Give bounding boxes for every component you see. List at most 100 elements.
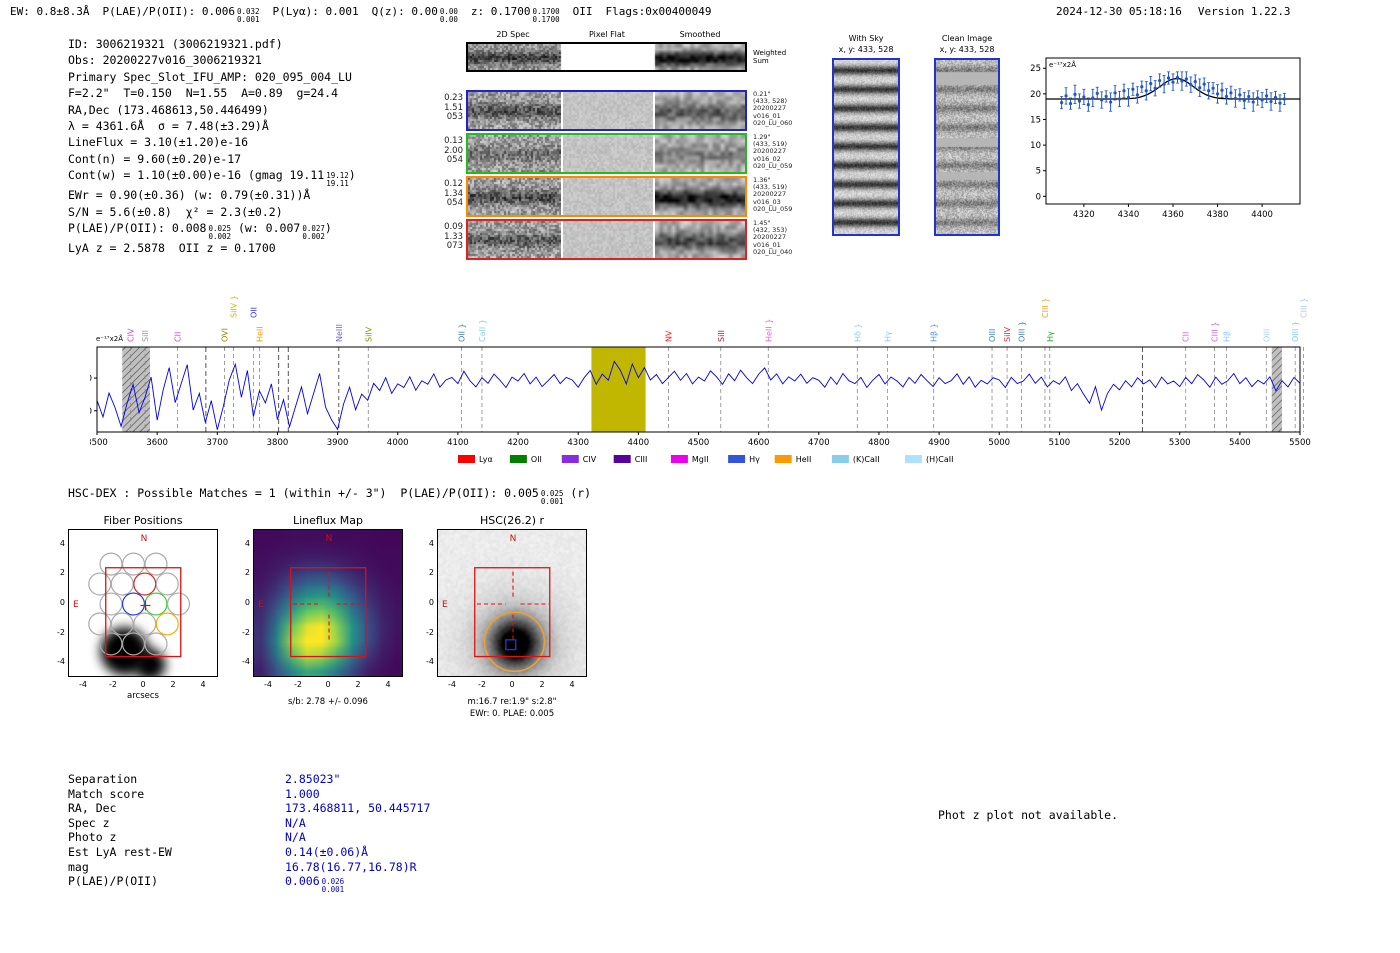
fiber-positions-panel: Fiber Positions NE arcsecs -4 -4 -2 -2 0 0 2 2 4… [40,513,250,728]
y-tick-label: 0 [428,598,434,607]
emission-line-label: CII [174,332,183,342]
clean-image [934,58,1000,236]
emission-line-label: OIII } [1018,321,1027,342]
lineflux-map-panel: Lineflux Map NE s/b: 2.78 +/- 0.096 -4 -4… [225,513,435,728]
uncertainty-stack: 0.00 0.00 [439,7,458,24]
withsky-title: With Sky [848,34,884,43]
text-run: ID: 3006219321 (3006219321.pdf) [68,37,283,51]
cutout-col-header: Pixel Flat [589,30,625,39]
x-tick-label: 0 [509,680,515,689]
cutout-right-labels: 1.45" (432, 353) 20200227 v016_01 020_LU_040 [753,219,793,256]
emission-line-label: OVI [221,328,230,342]
text-run: ) [348,168,356,183]
match-table-row: Est LyA rest-EW 0.14(±0.06)Å [68,845,430,860]
match-row-value: N/A [285,816,306,831]
text-run: F=2.2" T=0.150 N=1.55 A=0.89 g=24.4 [68,86,339,101]
svg-text:4320: 4320 [1073,210,1095,218]
uncertainty-stack: 19.12 19.11 [326,171,349,188]
fiber-circle [133,572,157,596]
hsc-caption-2: EWr: 0. PLAE: 0.005 [469,709,555,719]
x-tick-label: 4 [385,680,391,689]
legend-swatch [905,455,922,463]
photz-note: Phot z plot not available. [938,808,1119,822]
hsc-image-panel: HSC(26.2) r NE m:16.7 re:1.9" s:2.8" EWr… [409,513,619,728]
text-run: 0.14(±0.06)Å [285,844,369,859]
svg-text:3600: 3600 [146,438,168,448]
match-table-row: RA, Dec 173.468811, 50.445717 [68,801,430,816]
svg-text:4000: 4000 [387,438,409,448]
fiber-circle [133,612,157,636]
line-fit-plot: 0 5 10 15 20 25 4320 4340 4360 4380 4400 e⁻¹⁷x2Å [1030,57,1301,218]
cutout-col-header: 2D Spec [496,30,530,39]
info-line: Obs: 20200227v016_3006219321 [68,52,356,68]
emission-line-label: SiIV } [230,295,239,318]
text-run: S/N = 5.6(±0.8) χ² = 2.3(±0.2) [68,204,283,219]
match-row-label: Photo z [68,830,117,845]
detected-line-band [591,347,646,432]
report-version: Version 1.22.3 [1197,5,1291,18]
svg-text:4200: 4200 [507,438,529,448]
y-tick-label: 0 [244,598,250,607]
fiber-circle [88,572,112,596]
text-run: OII [572,5,593,18]
x-tick-label: 4 [200,680,206,689]
svg-text:e⁻¹⁷x2Å: e⁻¹⁷x2Å [96,334,123,343]
match-row-label: Separation [68,772,138,786]
fiber-positions-plot: NE [68,529,218,677]
catalog-match-summary: HSC-DEX : Possible Matches = 1 (within +… [68,486,591,505]
svg-text:20: 20 [90,374,92,384]
emission-line-label: CIV [127,328,136,342]
svg-text:4900: 4900 [928,438,950,448]
compass-e: E [258,600,264,610]
x-tick-label: 2 [355,680,361,689]
text-run: 1.000 [285,786,320,801]
legend-swatch [831,455,849,463]
compass-n: N [141,534,148,544]
svg-text:3900: 3900 [327,438,349,448]
fiber-circle [166,592,191,616]
legend-label: (H)CaII [926,455,953,464]
match-row-value: 2.85023" [285,772,340,787]
match-row-label: Match score [68,786,145,801]
text-run: Cont(w) = 1.10(±0.00)e-16 (gmag 19.11 19.… [68,168,349,188]
svg-text:4360: 4360 [1162,210,1184,218]
y-tick-label: 2 [244,568,250,578]
text-run: P(LAE)/P(OII): 0.008 0.025 0.002 [68,221,232,241]
text-run: Obs: 20200227v016_3006219321 [68,53,262,68]
match-table-row: Separation 2.85023" [68,772,430,787]
y-tick-label: -2 [242,627,250,637]
text-run: 173.468811, 50.445717 [285,801,431,816]
withsky-coords: x, y: 433, 528 [838,45,894,54]
y-tick-label: 2 [428,568,434,578]
svg-text:4100: 4100 [447,438,469,448]
match-row-value: 1.000 [285,787,320,802]
y-tick-label: 4 [244,538,250,548]
text-run: LineFlux = 3.10(±1.20)e-16 [68,135,249,150]
cutout-left-labels: 0.23 1.51 053 [444,93,463,122]
svg-text:4700: 4700 [808,438,830,448]
svg-text:5300: 5300 [1169,438,1191,448]
elixer-report-page: EW: 0.8±8.3Å P(LAE)/P(OII): 0.006 0.032 0.0… [0,0,1400,953]
y-tick-label: 2 [59,568,65,578]
legend-swatch [561,455,579,463]
catalog-match-table: Separation 2.85023" Match score 1.000 RA, De… [68,772,430,893]
cutout-left-labels: 0.13 2.00 054 [444,136,463,165]
text-run: ) [324,221,332,236]
y-tick-label: -2 [57,627,65,637]
emission-line-label: SiIV [1003,326,1012,342]
info-line: Cont(w) = 1.10(±0.00)e-16 (gmag 19.11 19.… [68,167,356,187]
fiber-circle [88,612,112,636]
x-tick-label: 0 [140,680,146,689]
emission-line-label: OIII [1262,329,1271,342]
cutout-left-labels: 0.09 1.33 073 [444,222,463,251]
compass-e: E [73,600,79,610]
fiber-circle [155,572,179,596]
text-run: (w: 0.007 0.027 0.002 [231,221,325,241]
aperture-circle [483,611,546,673]
svg-text:4500: 4500 [688,438,710,448]
x-tick-label: -4 [79,680,87,689]
emission-line-label: SiIV [364,326,373,342]
withsky-image [832,58,900,236]
text-run: N/A [285,815,306,830]
text-run: Flags:0x00400049 [605,5,712,18]
